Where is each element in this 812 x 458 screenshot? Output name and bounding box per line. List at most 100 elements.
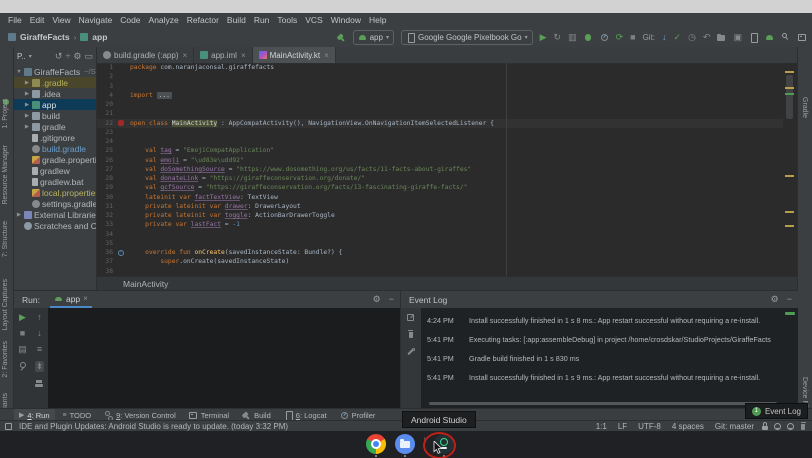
stop-icon[interactable]: ■	[20, 329, 25, 338]
sdk-manager-icon[interactable]	[765, 33, 774, 42]
scrollbar-thumb[interactable]	[786, 75, 793, 119]
close-icon[interactable]: ×	[324, 51, 329, 60]
settings-gear-icon[interactable]: ⚙	[73, 52, 81, 61]
face-icon[interactable]	[773, 422, 782, 431]
status-lf[interactable]: LF	[618, 422, 627, 431]
android-studio-icon[interactable]	[434, 434, 454, 454]
menu-edit[interactable]: Edit	[26, 15, 49, 25]
window-titlebar[interactable]	[0, 0, 812, 14]
tab-app-iml[interactable]: app.iml×	[194, 47, 252, 63]
tree-item-build[interactable]: ▶build	[14, 110, 96, 121]
tree-item-gradle[interactable]: ▶gradle	[14, 121, 96, 132]
device-select[interactable]: Google Google Pixelbook Go▾	[401, 30, 533, 45]
tree-arrow-icon[interactable]: ▶	[24, 124, 30, 130]
tree-item-local-properties[interactable]: local.properties	[14, 187, 96, 198]
tab-build-gradle-app-[interactable]: build.gradle (:app)×	[97, 47, 194, 63]
menu-vcs[interactable]: VCS	[301, 15, 326, 25]
print-icon[interactable]	[35, 379, 44, 388]
refresh-icon[interactable]: ↺	[55, 52, 63, 61]
run-tab-app[interactable]: app ×	[50, 291, 92, 308]
class-gutter-icon[interactable]	[118, 120, 124, 126]
menu-window[interactable]: Window	[327, 15, 365, 25]
run-icon[interactable]: ▶	[540, 33, 547, 42]
status-git-master[interactable]: Git: master	[715, 422, 754, 431]
git-update-icon[interactable]: ↓	[662, 33, 667, 42]
git-history-icon[interactable]: ◷	[688, 33, 696, 42]
settings-gear-icon[interactable]: ⚙	[771, 295, 779, 304]
tree-item--idea[interactable]: ▶.idea	[14, 88, 96, 99]
face-icon-2[interactable]	[786, 422, 795, 431]
menu-file[interactable]: File	[4, 15, 26, 25]
status-4-spaces[interactable]: 4 spaces	[672, 422, 704, 431]
menu-analyze[interactable]: Analyze	[145, 15, 183, 25]
strip-7-structure[interactable]: 7: Structure	[2, 221, 9, 257]
tab-mainactivity-kt[interactable]: MainActivity.kt×	[253, 47, 336, 63]
menu-code[interactable]: Code	[116, 15, 144, 25]
tree-item-build-gradle[interactable]: build.gradle	[14, 143, 96, 154]
status-message[interactable]: IDE and Plugin Updates: Android Studio i…	[19, 422, 288, 431]
run-console[interactable]	[48, 308, 400, 409]
collapse-all-icon[interactable]: ÷	[65, 52, 70, 61]
tree-arrow-icon[interactable]: ▶	[24, 102, 30, 108]
folder-icon[interactable]	[717, 33, 726, 42]
toolwindow-toggle-icon[interactable]	[4, 422, 13, 431]
scroll-end-icon[interactable]: ⇟	[35, 361, 45, 372]
strip-resource-manager[interactable]: Resource Manager	[2, 145, 9, 205]
menu-run[interactable]: Run	[250, 15, 274, 25]
layout-inspector-icon[interactable]	[797, 33, 806, 42]
edit-settings-icon[interactable]	[407, 313, 416, 322]
stop-icon[interactable]: ■	[630, 33, 635, 42]
wrench-icon[interactable]	[407, 347, 416, 356]
strip-1-project[interactable]: 1: Project	[2, 99, 9, 129]
close-icon[interactable]: ×	[83, 294, 88, 303]
files-icon[interactable]	[395, 434, 415, 454]
tree-item-gradle-properties[interactable]: gradle.properties	[14, 154, 96, 165]
tree-arrow-icon[interactable]: ▶	[24, 113, 30, 119]
strip-layout-captures[interactable]: Layout Captures	[2, 279, 9, 330]
lock-icon[interactable]	[760, 422, 769, 431]
horizontal-scrollbar[interactable]	[429, 402, 777, 405]
up-icon[interactable]: ↑	[37, 313, 42, 322]
status-1-1[interactable]: 1:1	[596, 422, 607, 431]
pin-icon[interactable]	[18, 361, 27, 370]
tree-item-app[interactable]: ▶app	[14, 99, 96, 110]
code-area[interactable]: 1package com.naranjaconsal.giraffefacts2…	[97, 63, 783, 277]
tree-arrow-icon[interactable]: ▼	[16, 69, 22, 75]
search-icon[interactable]	[781, 33, 790, 42]
trash-icon[interactable]	[407, 330, 416, 339]
down-icon[interactable]: ↓	[37, 329, 42, 338]
tree-item-scratches-and-consoles[interactable]: Scratches and Consoles	[14, 220, 96, 231]
strip-2-favorites[interactable]: 2: Favorites	[2, 341, 9, 378]
apply-changes-icon[interactable]: ↻	[554, 33, 562, 42]
tree-item-gradlew-bat[interactable]: gradlew.bat	[14, 176, 96, 187]
tree-item-giraffefacts[interactable]: ▼GiraffeFacts~/S	[14, 66, 96, 77]
git-rollback-icon[interactable]: ↶	[703, 33, 711, 42]
tree-arrow-icon[interactable]: ▶	[24, 80, 30, 86]
breadcrumb-class[interactable]: MainActivity	[123, 279, 168, 289]
git-commit-icon[interactable]: ✓	[674, 33, 682, 42]
menu-navigate[interactable]: Navigate	[75, 15, 117, 25]
editor[interactable]: build.gradle (:app)×app.iml×MainActivity…	[97, 47, 797, 290]
breadcrumb-module[interactable]: app	[92, 32, 107, 42]
tree-item-settings-gradle[interactable]: settings.gradle	[14, 198, 96, 209]
chrome-icon[interactable]	[366, 434, 386, 454]
menu-view[interactable]: View	[48, 15, 74, 25]
event-log-content[interactable]: 4:24 PMInstall successfully finished in …	[421, 308, 798, 409]
tree-arrow-icon[interactable]: ▶	[24, 91, 30, 97]
close-icon[interactable]: ×	[182, 51, 187, 60]
override-gutter-icon[interactable]: ↑	[118, 250, 124, 256]
hide-panel-icon[interactable]: ▭	[84, 52, 93, 61]
minimize-icon[interactable]: −	[389, 295, 394, 304]
coverage-icon[interactable]: ▥	[568, 33, 577, 42]
breadcrumb-project[interactable]: GiraffeFacts	[20, 32, 70, 42]
apply-code-changes-icon[interactable]: ⟳	[616, 33, 624, 42]
avd-manager-icon[interactable]	[749, 33, 758, 42]
run-config-select[interactable]: app▾	[353, 30, 394, 45]
editor-scrollbar[interactable]	[783, 63, 797, 277]
diff-window-icon[interactable]: ▣	[733, 33, 742, 42]
menu-help[interactable]: Help	[365, 15, 390, 25]
build-hammer-icon[interactable]	[337, 33, 346, 42]
soft-wrap-icon[interactable]: ≡	[37, 345, 42, 354]
restore-layout-icon[interactable]: ▤	[18, 345, 27, 354]
close-icon[interactable]: ×	[241, 51, 246, 60]
